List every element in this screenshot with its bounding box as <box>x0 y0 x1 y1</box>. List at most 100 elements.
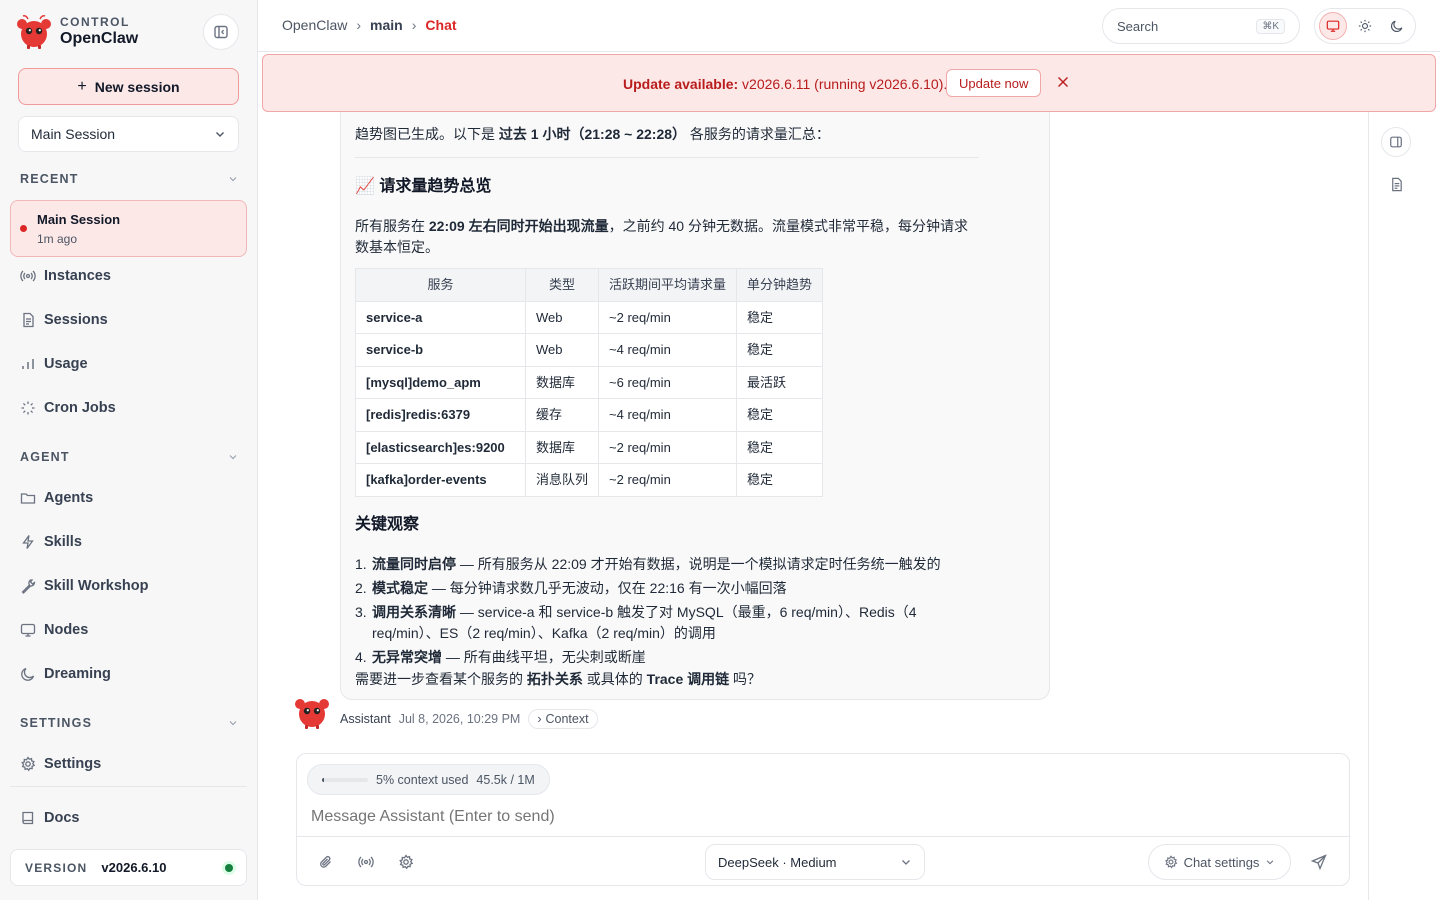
bolt-icon <box>20 534 36 550</box>
collapse-sidebar-button[interactable] <box>203 14 239 50</box>
sidebar-item-instances[interactable]: Instances <box>20 268 111 284</box>
moon-icon <box>20 666 36 682</box>
table-row: [mysql]demo_apm 数据库 ~6 req/min 最活跃 <box>355 365 824 399</box>
model-select[interactable]: DeepSeek · Medium <box>705 844 925 880</box>
assistant-avatar <box>294 694 330 730</box>
tools-button[interactable] <box>395 851 417 873</box>
message-input[interactable] <box>311 808 1311 826</box>
assistant-message: 趋势图已生成。以下是 过去 1 小时（21:28 ~ 22:28） 各服务的请求… <box>340 112 1050 700</box>
sidebar-item-label: Agents <box>44 490 94 506</box>
document-icon <box>20 312 36 328</box>
brand-super: CONTROL <box>60 15 130 29</box>
message-intro: 趋势图已生成。以下是 过去 1 小时（21:28 ~ 22:28） 各服务的请求… <box>355 126 830 142</box>
moon-icon <box>1390 19 1404 33</box>
sidebar-item-cron-jobs[interactable]: Cron Jobs <box>20 400 116 416</box>
version-label: VERSION <box>25 860 88 875</box>
recent-heading: RECENT <box>20 172 79 186</box>
toggle-panel-button[interactable] <box>1381 127 1411 157</box>
monitor-icon <box>20 622 36 638</box>
sidebar-item-label: Instances <box>44 268 111 284</box>
table-row: service-a Web ~2 req/min 稳定 <box>355 300 824 334</box>
update-now-button[interactable]: Update now <box>946 69 1042 97</box>
session-select[interactable]: Main Session <box>18 116 239 152</box>
observations-heading: 关键观察 <box>355 516 420 533</box>
gear-icon <box>1164 855 1178 869</box>
lobster-logo-icon <box>16 14 52 50</box>
version-badge: VERSION v2026.6.10 <box>10 849 247 886</box>
session-select-value: Main Session <box>31 126 116 142</box>
recent-section-toggle[interactable]: RECENT <box>20 172 238 186</box>
update-message: Update available: v2026.6.11 (running v2… <box>623 76 947 92</box>
attach-button[interactable] <box>315 851 337 873</box>
breadcrumb-agent[interactable]: main <box>370 17 403 33</box>
agent-section-toggle[interactable]: AGENT <box>20 450 238 464</box>
table-row: [redis]redis:6379 缓存 ~4 req/min 稳定 <box>355 398 824 432</box>
update-banner: Update available: v2026.6.11 (running v2… <box>262 54 1436 112</box>
service-table: 服务 类型 活跃期间平均请求量 单分钟趋势 service-a Web ~2 req… <box>355 268 824 497</box>
chat-settings-button[interactable]: Chat settings <box>1148 844 1291 880</box>
chevron-down-icon <box>228 174 238 184</box>
plus-icon: + <box>77 77 87 95</box>
sidebar-item-usage[interactable]: Usage <box>20 356 88 372</box>
voice-button[interactable] <box>355 851 377 873</box>
breadcrumb-current: Chat <box>425 17 457 33</box>
paperclip-icon <box>318 854 334 870</box>
chevron-down-icon <box>900 856 912 868</box>
sidebar-item-label: Docs <box>44 810 80 826</box>
list-item: 4. 无异常突增 — 所有曲线平坦，无尖刺或断崖 <box>355 649 646 665</box>
table-row: [kafka]order-events 消息队列 ~2 req/min 稳定 <box>355 463 824 497</box>
settings-section-toggle[interactable]: SETTINGS <box>20 716 238 730</box>
monitor-icon <box>1326 19 1340 33</box>
new-session-button[interactable]: + New session <box>18 68 239 105</box>
send-button[interactable] <box>1308 851 1330 873</box>
search-placeholder: Search <box>1117 18 1159 34</box>
sidebar-item-sessions[interactable]: Sessions <box>20 312 108 328</box>
theme-light-button[interactable] <box>1351 12 1379 40</box>
recent-session-title: Main Session <box>37 212 121 227</box>
sidebar-toggle-icon <box>213 24 229 40</box>
list-item: 3. 调用关系清晰 — service-a 和 service-b 触发了对 My… <box>355 604 917 641</box>
theme-dark-button[interactable] <box>1383 12 1411 40</box>
close-icon[interactable] <box>1053 72 1073 92</box>
table-row: [elasticsearch]es:9200 数据库 ~2 req/min 稳定 <box>355 430 824 464</box>
context-tokens: 45.5k / 1M <box>476 772 535 787</box>
theme-system-button[interactable] <box>1319 12 1347 40</box>
document-button[interactable] <box>1381 169 1411 199</box>
context-toggle[interactable]: › Context <box>528 709 598 729</box>
broadcast-icon <box>20 268 36 284</box>
chevron-down-icon <box>228 452 238 462</box>
context-progress-bar <box>322 777 368 782</box>
sidebar-item-label: Skills <box>44 534 82 550</box>
context-label: Context <box>545 712 589 726</box>
chevron-down-icon <box>228 718 238 728</box>
sidebar-item-docs[interactable]: Docs <box>20 810 79 826</box>
overview-heading: 📈 请求量趋势总览 <box>355 178 492 195</box>
broadcast-icon <box>358 854 374 870</box>
loader-icon <box>20 400 36 416</box>
sidebar-item-dreaming[interactable]: Dreaming <box>20 666 111 682</box>
sidebar-item-label: Nodes <box>44 622 89 638</box>
table-header: 单分钟趋势 <box>736 268 824 302</box>
sidebar-item-agents[interactable]: Agents <box>20 490 93 506</box>
search-input[interactable]: Search ⌘K <box>1102 8 1300 44</box>
context-usage-pill: 5% context used 45.5k / 1M <box>307 764 550 795</box>
breadcrumb-root[interactable]: OpenClaw <box>282 17 347 33</box>
brand[interactable]: CONTROL OpenClaw <box>16 14 138 50</box>
sender-name: Assistant <box>340 712 391 726</box>
chevron-down-icon <box>214 128 226 140</box>
message-meta: Assistant Jul 8, 2026, 10:29 PM › Contex… <box>340 709 598 729</box>
bar-chart-icon <box>20 356 36 372</box>
sidebar-item-skill-workshop[interactable]: Skill Workshop <box>20 578 148 594</box>
sidebar-item-label: Skill Workshop <box>44 578 149 594</box>
send-icon <box>1311 854 1327 870</box>
sidebar-item-settings[interactable]: Settings <box>20 756 101 772</box>
sidebar-item-nodes[interactable]: Nodes <box>20 622 88 638</box>
message-timestamp: Jul 8, 2026, 10:29 PM <box>398 712 521 726</box>
chat-thread[interactable]: 趋势图已生成。以下是 过去 1 小时（21:28 ~ 22:28） 各服务的请求… <box>258 112 1368 752</box>
sidebar-item-skills[interactable]: Skills <box>20 534 82 550</box>
context-used-text: 5% context used <box>376 772 469 787</box>
new-session-label: New session <box>94 78 180 95</box>
sidebar-item-label: Dreaming <box>44 666 111 682</box>
status-indicator <box>222 861 236 875</box>
recent-session-item[interactable]: Main Session 1m ago <box>10 200 247 257</box>
